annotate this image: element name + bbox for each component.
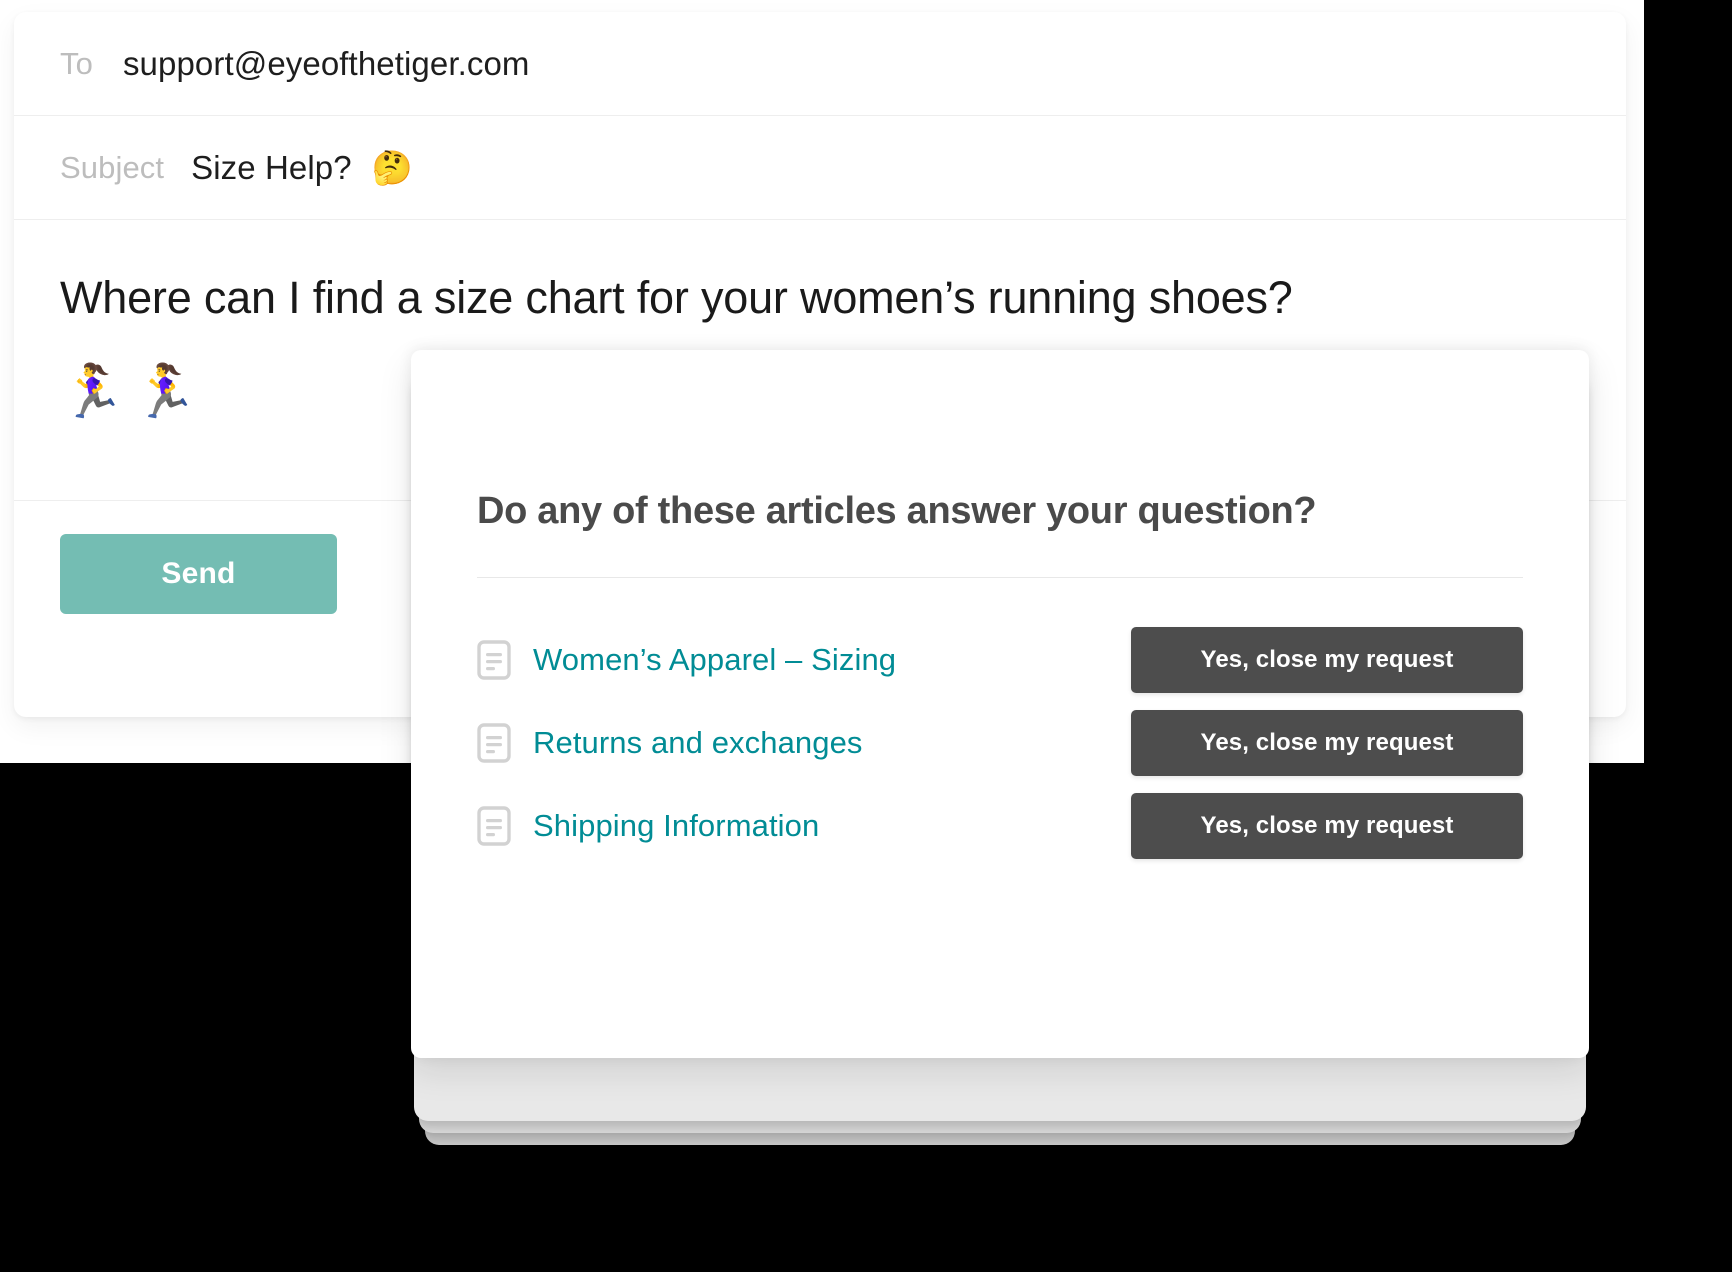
to-value[interactable]: support@eyeofthetiger.com xyxy=(123,45,530,83)
subject-label: Subject xyxy=(60,150,164,186)
articles-modal-title: Do any of these articles answer your que… xyxy=(477,490,1523,533)
close-request-button[interactable]: Yes, close my request xyxy=(1131,793,1523,859)
article-link[interactable]: Women’s Apparel – Sizing xyxy=(533,642,896,678)
list-item: Women’s Apparel – Sizing Yes, close my r… xyxy=(477,618,1523,701)
document-icon xyxy=(477,640,511,680)
to-label: To xyxy=(60,46,93,82)
articles-modal: Do any of these articles answer your que… xyxy=(411,350,1589,1058)
screenshot-stage: To support@eyeofthetiger.com Subject Siz… xyxy=(0,0,1732,1272)
send-button[interactable]: Send xyxy=(60,534,337,614)
to-field-row[interactable]: To support@eyeofthetiger.com xyxy=(14,12,1626,116)
article-link-group-2[interactable]: Returns and exchanges xyxy=(477,723,863,763)
article-link-group-3[interactable]: Shipping Information xyxy=(477,806,819,846)
articles-modal-stack: Do any of these articles answer your que… xyxy=(411,350,1589,1145)
list-item: Returns and exchanges Yes, close my requ… xyxy=(477,701,1523,784)
articles-modal-body: Do any of these articles answer your que… xyxy=(411,350,1589,867)
document-icon xyxy=(477,806,511,846)
article-list: Women’s Apparel – Sizing Yes, close my r… xyxy=(477,618,1523,867)
close-request-button[interactable]: Yes, close my request xyxy=(1131,710,1523,776)
list-item: Shipping Information Yes, close my reque… xyxy=(477,784,1523,867)
article-link[interactable]: Returns and exchanges xyxy=(533,725,863,761)
subject-field-row[interactable]: Subject Size Help? 🤔 xyxy=(14,116,1626,220)
article-link[interactable]: Shipping Information xyxy=(533,808,819,844)
thinking-face-icon: 🤔 xyxy=(372,151,413,184)
article-link-group-1[interactable]: Women’s Apparel – Sizing xyxy=(477,640,896,680)
message-body-text: Where can I find a size chart for your w… xyxy=(60,272,1580,324)
modal-divider xyxy=(477,577,1523,578)
subject-value[interactable]: Size Help? xyxy=(191,149,352,187)
document-icon xyxy=(477,723,511,763)
close-request-button[interactable]: Yes, close my request xyxy=(1131,627,1523,693)
